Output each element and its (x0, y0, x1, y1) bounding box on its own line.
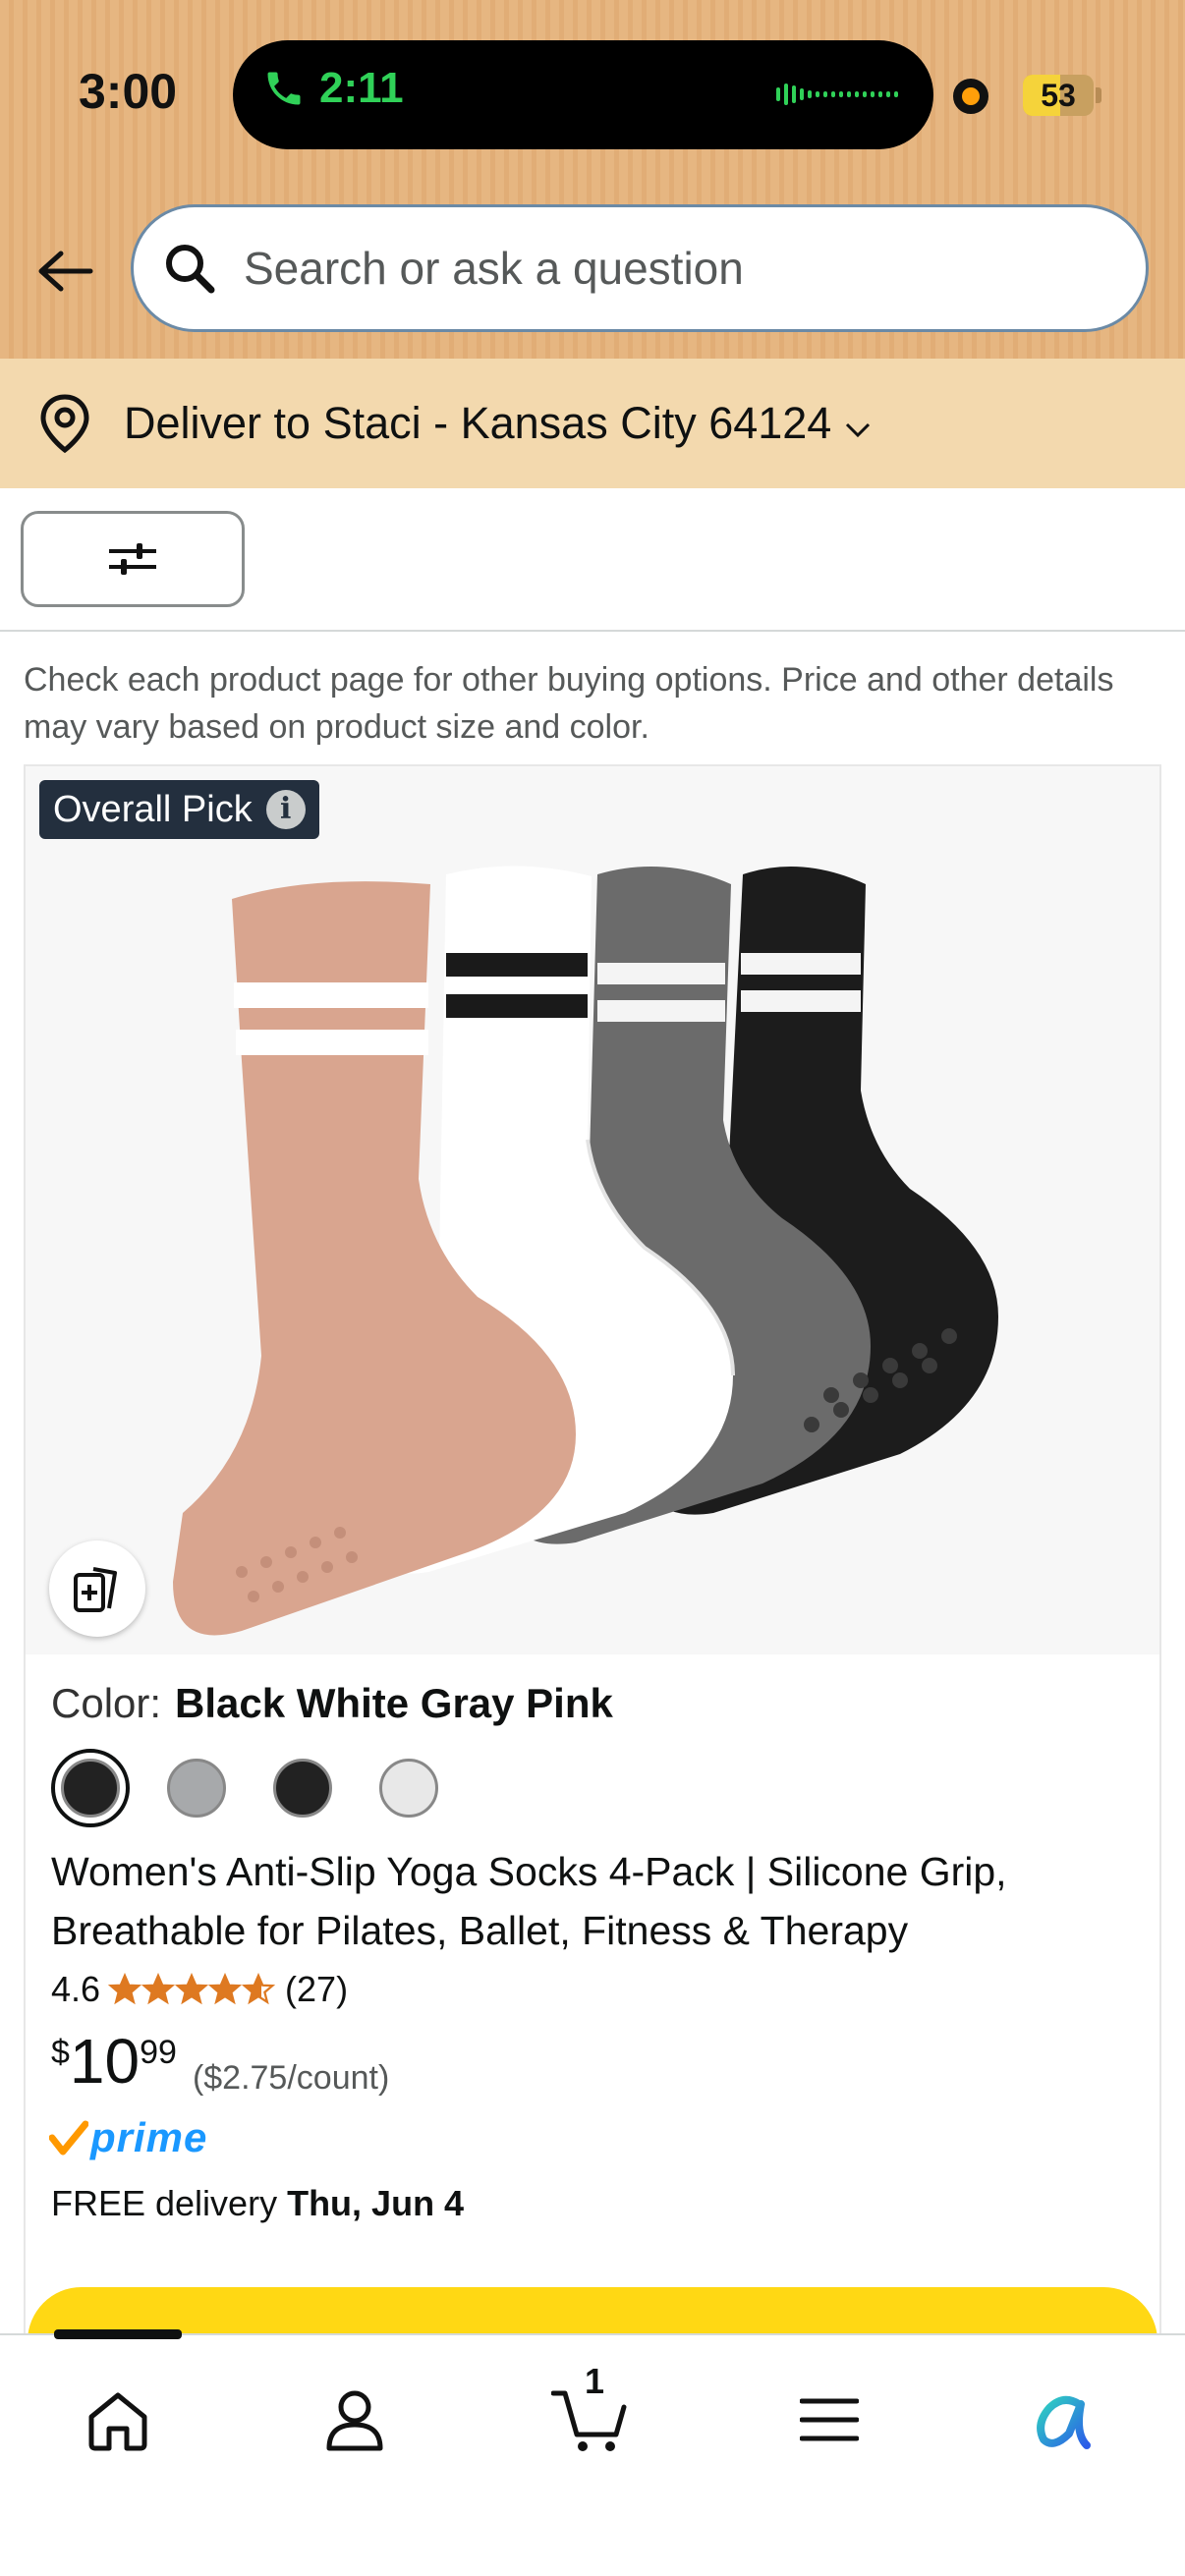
nav-account[interactable] (306, 2371, 404, 2469)
battery-level: 53 (1041, 78, 1076, 113)
back-button[interactable] (33, 240, 96, 303)
back-arrow-icon (38, 251, 93, 292)
dynamic-island-call[interactable]: 2:11 (233, 40, 933, 149)
product-image[interactable]: Overall Pick i (26, 766, 1159, 1654)
star-icon (108, 1973, 142, 2005)
swatch-color (273, 1759, 332, 1818)
call-duration: 2:11 (319, 64, 404, 112)
info-icon[interactable]: i (265, 790, 306, 829)
compare-button[interactable] (49, 1540, 145, 1637)
deliver-to-bar[interactable]: Deliver to Staci - Kansas City 64124 (0, 359, 1185, 488)
price-whole: 10 (69, 2026, 141, 2097)
filter-sliders-icon (109, 543, 156, 575)
color-swatch[interactable] (51, 1749, 130, 1827)
nav-rufus[interactable] (1016, 2371, 1114, 2469)
rating-count: (27) (285, 1969, 349, 2009)
battery-icon: 53 (1023, 75, 1094, 116)
unit-price: ($2.75/count) (192, 2059, 390, 2097)
delivery-prefix: FREE delivery (51, 2183, 278, 2223)
delivery-info: FREE delivery Thu, Jun 4 (51, 2183, 464, 2224)
star-icon (242, 1973, 276, 2005)
phone-icon (267, 72, 301, 105)
color-label: Color: (51, 1680, 162, 1726)
socks-image (173, 866, 998, 1636)
bottom-nav: 1 (0, 2329, 1185, 2576)
search-icon (166, 245, 215, 294)
compare-cards-icon (74, 1567, 117, 1612)
price-fraction: 99 (140, 2034, 177, 2071)
nav-cart[interactable]: 1 (541, 2361, 640, 2469)
prime-label: prime (90, 2114, 208, 2160)
cart-count: 1 (585, 2361, 605, 2401)
filter-row (0, 488, 1185, 632)
battery-nub (1096, 87, 1101, 103)
prime-check-icon (49, 2120, 88, 2156)
color-swatch[interactable] (157, 1749, 236, 1827)
star-icon (141, 1973, 176, 2005)
color-value: Black White Gray Pink (175, 1680, 613, 1726)
filters-button[interactable] (21, 511, 245, 607)
delivery-date: Thu, Jun 4 (287, 2183, 465, 2223)
rufus-ai-icon (1037, 2395, 1091, 2449)
swatch-color (167, 1759, 226, 1818)
price-symbol: $ (51, 2034, 70, 2071)
star-rating-icon (108, 1973, 276, 2006)
rating-value: 4.6 (51, 1969, 101, 2009)
swatch-color (61, 1759, 120, 1818)
price: $ 10 99 ($2.75/count) (51, 2026, 389, 2098)
badge-label: Overall Pick (53, 788, 253, 830)
recording-indicator-icon (953, 79, 988, 114)
buying-options-notice: Check each product page for other buying… (24, 661, 1114, 746)
header: 3:00 2:11 53 (0, 0, 1185, 359)
active-tab-indicator (54, 2329, 182, 2339)
search-bar[interactable] (131, 204, 1149, 332)
call-pill: 2:11 (262, 64, 404, 113)
location-pin-icon (40, 394, 89, 454)
star-icon (175, 1973, 209, 2005)
color-swatch[interactable] (369, 1749, 448, 1827)
nav-menu[interactable] (780, 2371, 878, 2469)
search-input[interactable] (244, 242, 1089, 295)
audio-waveform-icon (776, 84, 898, 105)
color-swatch[interactable] (263, 1749, 342, 1827)
star-icon (208, 1973, 243, 2005)
menu-icon (800, 2398, 859, 2441)
product-title[interactable]: Women's Anti-Slip Yoga Socks 4-Pack | Si… (51, 1842, 1132, 1960)
nav-home[interactable] (69, 2371, 167, 2469)
color-swatches (51, 1749, 476, 1827)
swatch-color (379, 1759, 438, 1818)
deliver-address: Deliver to Staci - Kansas City 64124 (124, 398, 832, 448)
chevron-down-icon (846, 422, 871, 438)
rating-row[interactable]: 4.6 (27) (51, 1969, 348, 2010)
color-selection: Color: Black White Gray Pink (51, 1680, 613, 1727)
home-icon (88, 2392, 147, 2451)
product-card[interactable]: Overall Pick i Color: Black White Gray Pi… (24, 764, 1161, 2576)
account-icon (326, 2390, 383, 2451)
overall-pick-badge[interactable]: Overall Pick i (39, 780, 319, 839)
status-time: 3:00 (79, 64, 178, 119)
prime-badge: prime (49, 2114, 207, 2161)
